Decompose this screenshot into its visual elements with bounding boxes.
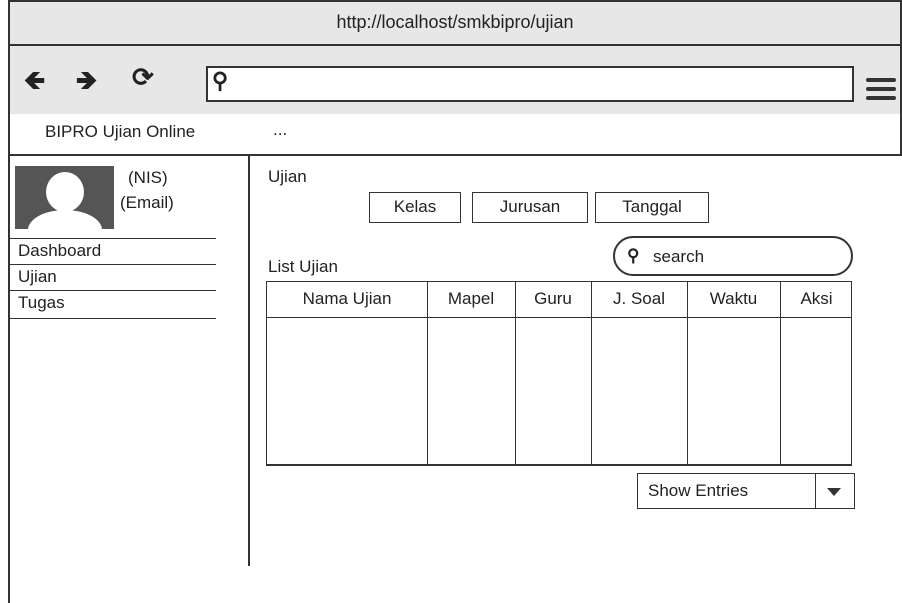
column-header-j-soal[interactable]: J. Soal bbox=[591, 282, 687, 318]
column-header-mapel[interactable]: Mapel bbox=[427, 282, 515, 318]
hamburger-menu-icon[interactable] bbox=[866, 78, 896, 105]
chevron-down-icon bbox=[827, 488, 841, 496]
address-bar[interactable]: ⚲ bbox=[206, 66, 854, 102]
column-header-aksi[interactable]: Aksi bbox=[780, 282, 853, 318]
sidebar-item-tugas[interactable]: Tugas bbox=[10, 290, 216, 316]
column-divider bbox=[591, 282, 592, 464]
filter-tanggal-button[interactable]: Tanggal bbox=[595, 192, 709, 223]
window-title: http://localhost/smkbipro/ujian bbox=[336, 12, 574, 32]
avatar bbox=[15, 166, 114, 229]
table-header-divider bbox=[267, 317, 851, 318]
show-entries-label: Show Entries bbox=[648, 481, 749, 500]
reload-icon[interactable]: ⟳ bbox=[132, 62, 154, 93]
filter-kelas-button[interactable]: Kelas bbox=[369, 192, 461, 223]
sidebar-item-ujian[interactable]: Ujian bbox=[10, 264, 216, 290]
sidebar-bottom-divider bbox=[10, 318, 216, 319]
back-arrow-icon[interactable]: 🡸 bbox=[24, 62, 45, 106]
list-title: List Ujian bbox=[268, 257, 338, 276]
section-title: Ujian bbox=[268, 167, 307, 186]
column-header-waktu[interactable]: Waktu bbox=[687, 282, 780, 318]
search-icon: ⚲ bbox=[212, 68, 229, 93]
exam-table: Nama Ujian Mapel Guru J. Soal Waktu Aksi bbox=[266, 281, 852, 466]
column-divider bbox=[687, 282, 688, 464]
filter-jurusan-button[interactable]: Jurusan bbox=[472, 192, 588, 223]
browser-toolbar: 🡸 🡺 ⟳ ⚲ bbox=[8, 44, 902, 116]
sidebar-item-dashboard[interactable]: Dashboard bbox=[10, 238, 216, 264]
column-divider bbox=[780, 282, 781, 464]
show-entries-select[interactable]: Show Entries bbox=[637, 473, 855, 509]
page-left-border bbox=[8, 156, 10, 603]
sidebar-divider bbox=[248, 156, 250, 566]
search-icon: ⚲ bbox=[627, 246, 640, 265]
user-email: (Email) bbox=[120, 193, 174, 212]
app-title: BIPRO Ujian Online bbox=[45, 122, 196, 141]
search-input[interactable]: ⚲ search bbox=[613, 236, 853, 276]
dropdown-toggle[interactable] bbox=[815, 474, 854, 508]
column-divider bbox=[427, 282, 428, 464]
column-header-nama-ujian[interactable]: Nama Ujian bbox=[267, 282, 427, 318]
app-header-extra: ... bbox=[273, 120, 288, 139]
avatar-head-icon bbox=[46, 172, 84, 212]
browser-title-bar: http://localhost/smkbipro/ujian bbox=[8, 0, 902, 46]
avatar-body-icon bbox=[28, 210, 102, 229]
user-nis: (NIS) bbox=[128, 168, 168, 187]
forward-arrow-icon[interactable]: 🡺 bbox=[76, 62, 97, 106]
column-header-guru[interactable]: Guru bbox=[515, 282, 591, 318]
column-divider bbox=[515, 282, 516, 464]
search-placeholder: search bbox=[653, 247, 705, 266]
app-header: BIPRO Ujian Online ... bbox=[8, 114, 902, 156]
